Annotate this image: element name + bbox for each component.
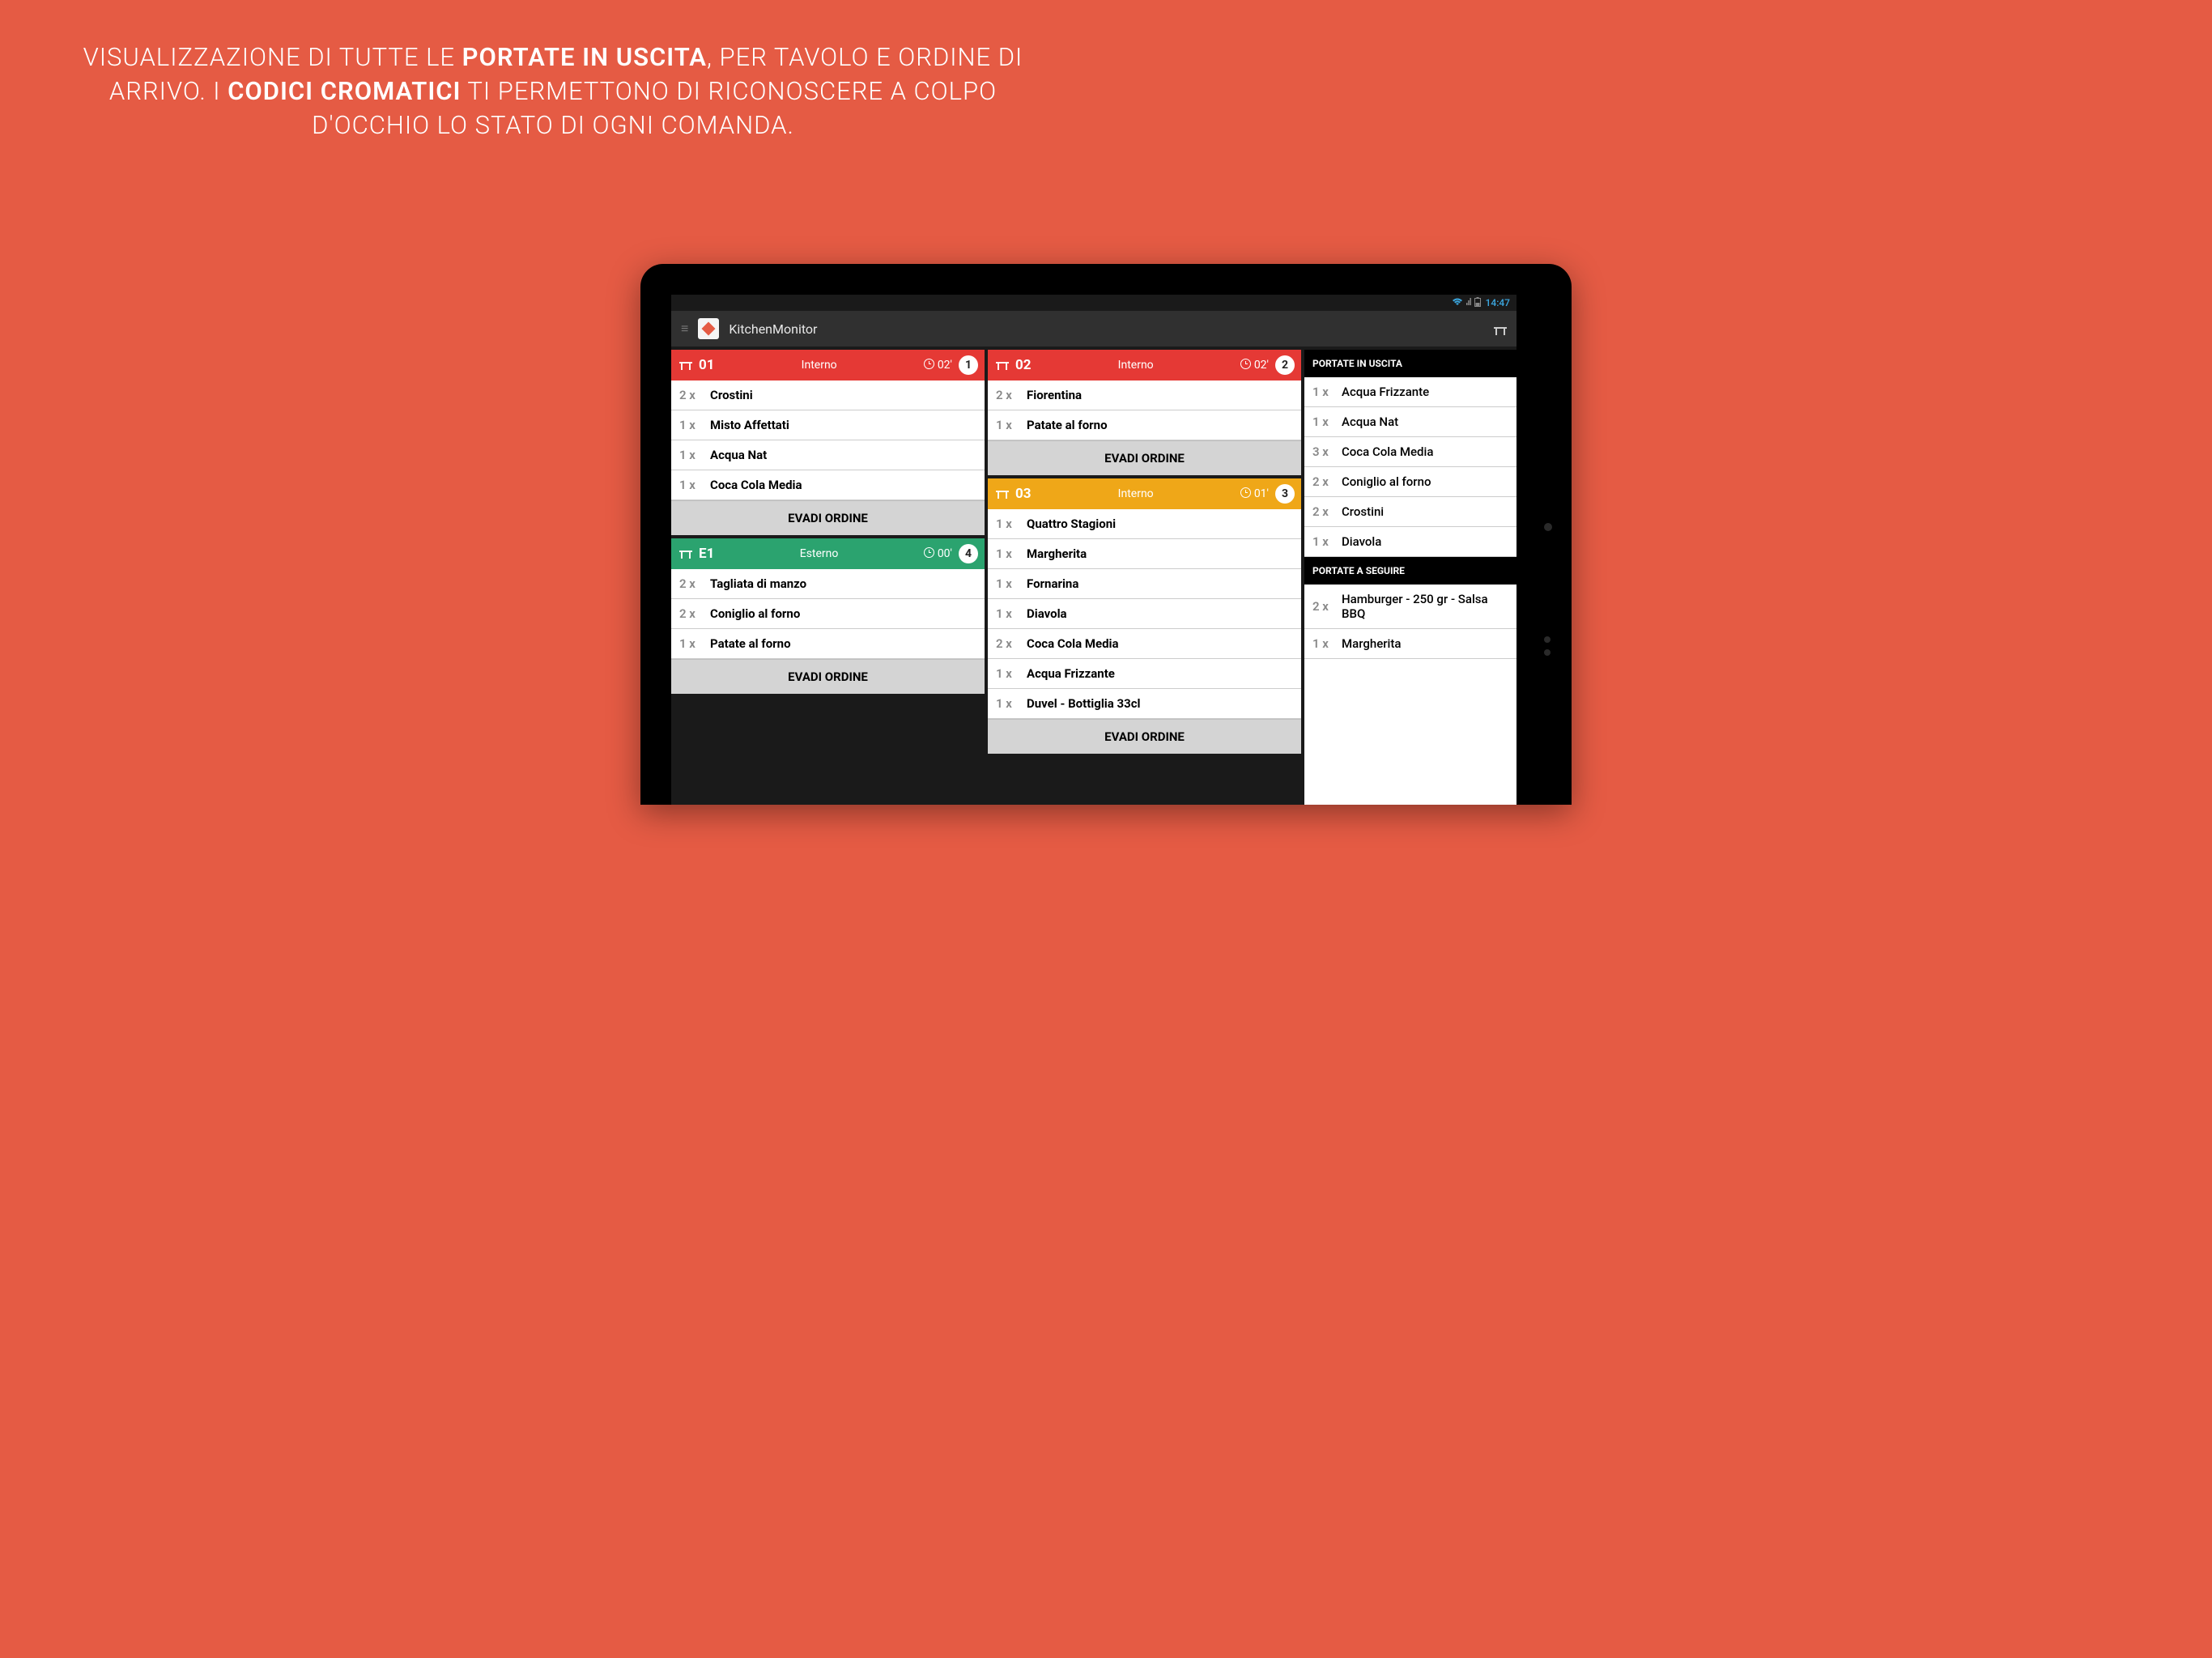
order-row[interactable]: 2 xTagliata di manzo xyxy=(671,569,985,599)
table-icon xyxy=(679,359,692,372)
order-header[interactable]: 01 Interno 02' 1 xyxy=(671,350,985,380)
menu-icon[interactable]: ≡ xyxy=(681,321,688,337)
orders-column-1: 01 Interno 02' 1 2 xCrostini 1 xMisto Af… xyxy=(671,350,985,805)
battery-icon xyxy=(1474,297,1481,309)
time-value: 02' xyxy=(938,359,952,372)
order-row[interactable]: 1 xMargherita xyxy=(988,539,1301,569)
list-item[interactable]: 1 xMargherita xyxy=(1304,629,1516,659)
signal-icon xyxy=(1466,297,1471,308)
evadi-ordine-button[interactable]: EVADI ORDINE xyxy=(671,659,985,694)
time-value: 01' xyxy=(1254,487,1269,500)
order-row[interactable]: 2 xFiorentina xyxy=(988,380,1301,410)
table-number: 03 xyxy=(1015,486,1032,502)
time-value: 02' xyxy=(1254,359,1269,372)
order-row[interactable]: 1 xPatate al forno xyxy=(988,410,1301,440)
time-wrap: 02' xyxy=(924,359,952,372)
order-header[interactable]: E1 Esterno 00' 4 xyxy=(671,538,985,569)
tablet-dots xyxy=(1544,636,1552,656)
list-item[interactable]: 2 xHamburger - 250 gr - Salsa BBQ xyxy=(1304,585,1516,629)
evadi-ordine-button[interactable]: EVADI ORDINE xyxy=(671,500,985,535)
app-title: KitchenMonitor xyxy=(729,321,817,337)
order-card-e1[interactable]: E1 Esterno 00' 4 2 xTagliata di manzo 2 … xyxy=(671,538,985,694)
time-wrap: 00' xyxy=(924,547,952,561)
order-row[interactable]: 1 xPatate al forno xyxy=(671,629,985,659)
sidebar-section-header-seguire: PORTATE A SEGUIRE xyxy=(1304,557,1516,585)
tablet-button xyxy=(1544,523,1552,531)
zone-label: Interno xyxy=(1038,487,1234,500)
status-bar: 14:47 xyxy=(671,295,1516,311)
list-item[interactable]: 2 xCrostini xyxy=(1304,497,1516,527)
order-row[interactable]: 1 xQuattro Stagioni xyxy=(988,509,1301,539)
clock-icon xyxy=(924,359,934,372)
sidebar-section-header-uscita: PORTATE IN USCITA xyxy=(1304,350,1516,377)
order-row[interactable]: 1 xCoca Cola Media xyxy=(671,470,985,500)
order-row[interactable]: 1 xAcqua Frizzante xyxy=(988,659,1301,689)
order-card-03[interactable]: 03 Interno 01' 3 1 xQuattro Stagioni 1 x… xyxy=(988,478,1301,754)
table-number: 01 xyxy=(699,357,715,373)
time-wrap: 02' xyxy=(1240,359,1269,372)
sequence-badge: 3 xyxy=(1275,484,1295,504)
tablet-frame: 14:47 ≡ KitchenMonitor 01 Interno xyxy=(640,264,1572,805)
clock-icon xyxy=(1240,359,1251,372)
app-logo-icon xyxy=(698,318,719,339)
zone-label: Interno xyxy=(1038,359,1234,372)
list-item[interactable]: 2 xConiglio al forno xyxy=(1304,467,1516,497)
orders-column-2: 02 Interno 02' 2 2 xFiorentina 1 xPatate… xyxy=(988,350,1301,805)
order-row[interactable]: 1 xFornarina xyxy=(988,569,1301,599)
app-bar: ≡ KitchenMonitor xyxy=(671,311,1516,346)
sidebar: PORTATE IN USCITA 1 xAcqua Frizzante 1 x… xyxy=(1304,350,1516,805)
table-icon xyxy=(679,547,692,560)
clock-icon xyxy=(924,547,934,561)
content-area: 01 Interno 02' 1 2 xCrostini 1 xMisto Af… xyxy=(671,346,1516,805)
table-icon xyxy=(996,359,1009,372)
table-icon xyxy=(996,487,1009,500)
evadi-ordine-button[interactable]: EVADI ORDINE xyxy=(988,719,1301,754)
sequence-badge: 1 xyxy=(959,355,978,375)
screen: 14:47 ≡ KitchenMonitor 01 Interno xyxy=(671,295,1516,805)
list-item[interactable]: 1 xDiavola xyxy=(1304,527,1516,557)
status-time: 14:47 xyxy=(1486,297,1510,308)
order-header[interactable]: 03 Interno 01' 3 xyxy=(988,478,1301,509)
order-header[interactable]: 02 Interno 02' 2 xyxy=(988,350,1301,380)
time-wrap: 01' xyxy=(1240,487,1269,501)
order-row[interactable]: 1 xAcqua Nat xyxy=(671,440,985,470)
wifi-icon xyxy=(1452,297,1463,308)
order-row[interactable]: 1 xDuvel - Bottiglia 33cl xyxy=(988,689,1301,719)
order-row[interactable]: 1 xMisto Affettati xyxy=(671,410,985,440)
table-view-icon[interactable] xyxy=(1494,321,1507,337)
time-value: 00' xyxy=(938,547,952,560)
order-row[interactable]: 1 xDiavola xyxy=(988,599,1301,629)
order-card-02[interactable]: 02 Interno 02' 2 2 xFiorentina 1 xPatate… xyxy=(988,350,1301,475)
table-number: E1 xyxy=(699,546,714,562)
sequence-badge: 2 xyxy=(1275,355,1295,375)
clock-icon xyxy=(1240,487,1251,501)
order-row[interactable]: 2 xConiglio al forno xyxy=(671,599,985,629)
promo-text: VISUALIZZAZIONE DI TUTTE LE PORTATE IN U… xyxy=(0,0,1106,167)
order-card-01[interactable]: 01 Interno 02' 1 2 xCrostini 1 xMisto Af… xyxy=(671,350,985,535)
list-item[interactable]: 3 xCoca Cola Media xyxy=(1304,437,1516,467)
list-item[interactable]: 1 xAcqua Nat xyxy=(1304,407,1516,437)
list-item[interactable]: 1 xAcqua Frizzante xyxy=(1304,377,1516,407)
evadi-ordine-button[interactable]: EVADI ORDINE xyxy=(988,440,1301,475)
zone-label: Esterno xyxy=(721,547,917,560)
zone-label: Interno xyxy=(721,359,917,372)
order-row[interactable]: 2 xCoca Cola Media xyxy=(988,629,1301,659)
table-number: 02 xyxy=(1015,357,1032,373)
order-row[interactable]: 2 xCrostini xyxy=(671,380,985,410)
sequence-badge: 4 xyxy=(959,544,978,563)
